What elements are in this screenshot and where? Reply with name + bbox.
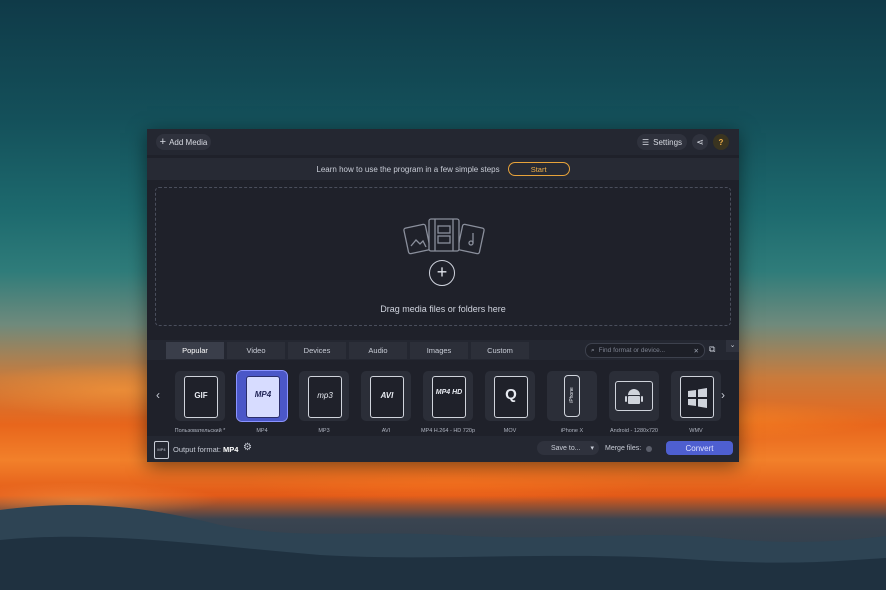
- format-label: MP4: [256, 428, 268, 434]
- format-item-mov[interactable]: Q: [485, 371, 535, 421]
- tab-custom[interactable]: Custom: [471, 342, 529, 359]
- mp4-icon: MP4: [246, 376, 280, 418]
- format-label: iPhone X: [560, 428, 584, 434]
- learn-text: Learn how to use the program in a few si…: [316, 164, 500, 174]
- format-item-mp4[interactable]: MP4: [236, 370, 288, 422]
- format-label: MP4 H.264 - HD 720p: [420, 428, 476, 434]
- output-format-value: MP4: [223, 445, 239, 454]
- format-item-mp4-hd[interactable]: MP4 HD: [423, 371, 473, 421]
- mp3-icon-text: mp3: [317, 391, 333, 400]
- tab-label: Custom: [487, 346, 513, 355]
- top-toolbar: + Add Media ☰ Settings ⋖ ?: [147, 129, 739, 155]
- tab-video[interactable]: Video: [227, 342, 285, 359]
- output-format-icon[interactable]: MP4: [154, 441, 169, 459]
- mp4-icon-text: MP4: [254, 390, 272, 399]
- settings-label: Settings: [653, 137, 683, 147]
- iphone-icon: iPhone: [564, 375, 580, 417]
- format-carousel: ‹ GIF Пользовательский * MP4 MP4 mp3 MP3…: [147, 362, 739, 434]
- format-label: MOV: [503, 428, 517, 434]
- format-item-avi[interactable]: AVI: [361, 371, 411, 421]
- android-icon: [615, 381, 653, 411]
- format-label: MP3: [318, 428, 330, 434]
- collapse-chevron-icon[interactable]: ⌄: [726, 340, 739, 352]
- gif-icon: GIF: [184, 376, 218, 418]
- format-item-custom-gif[interactable]: GIF: [175, 371, 225, 421]
- save-to-dropdown[interactable]: Save to... ▾: [537, 441, 599, 455]
- tab-label: Video: [246, 346, 266, 355]
- media-files-icon: [403, 218, 485, 255]
- mp3-icon: mp3: [308, 376, 342, 418]
- quicktime-icon-text: Q: [505, 386, 517, 403]
- mp4-hd-icon: MP4 HD: [432, 376, 466, 418]
- format-search[interactable]: ⌕ Find format or device... ✕: [585, 343, 705, 358]
- start-button[interactable]: Start: [507, 162, 570, 176]
- plus-icon: +: [159, 136, 167, 148]
- drop-zone[interactable]: + Drag media files or folders here: [155, 187, 731, 326]
- windows-logo-glyph: [688, 388, 707, 408]
- sliders-icon: ☰: [641, 137, 650, 147]
- prev-arrow-icon[interactable]: ‹: [156, 388, 160, 402]
- tab-label: Images: [426, 346, 452, 355]
- format-item-android[interactable]: [609, 371, 659, 421]
- format-settings-gear-icon[interactable]: ⚙: [243, 442, 252, 453]
- tab-label: Audio: [368, 346, 388, 355]
- quicktime-icon: Q: [494, 376, 528, 418]
- next-arrow-icon[interactable]: ›: [721, 388, 725, 402]
- format-label: AVI: [381, 428, 391, 434]
- format-item-wmv[interactable]: [671, 371, 721, 421]
- avi-icon: AVI: [370, 376, 404, 418]
- windows-icon: [680, 376, 714, 418]
- tab-images[interactable]: Images: [410, 342, 468, 359]
- avi-icon-text: AVI: [380, 391, 394, 400]
- share-button[interactable]: ⋖: [692, 134, 708, 150]
- save-to-label: Save to...: [551, 444, 581, 452]
- tab-popular[interactable]: Popular: [166, 342, 224, 359]
- clear-icon[interactable]: ✕: [694, 347, 699, 355]
- format-label: WMV: [689, 428, 703, 434]
- tab-devices[interactable]: Devices: [288, 342, 346, 359]
- search-icon: ⌕: [591, 346, 595, 354]
- hills-silhouette: [0, 505, 886, 590]
- output-format-label: Output format:: [173, 445, 221, 454]
- drop-text: Drag media files or folders here: [380, 304, 506, 314]
- format-label: Android - 1280x720: [609, 428, 658, 434]
- question-icon: ?: [718, 137, 724, 147]
- device-detect-icon[interactable]: ⧉: [709, 344, 723, 356]
- merge-files-toggle[interactable]: [646, 446, 652, 452]
- settings-button[interactable]: ☰ Settings: [637, 134, 687, 150]
- convert-button[interactable]: Convert: [666, 441, 733, 455]
- add-files-plus-icon[interactable]: +: [429, 260, 455, 286]
- help-button[interactable]: ?: [713, 134, 729, 150]
- android-robot-glyph: [625, 389, 643, 404]
- tab-audio[interactable]: Audio: [349, 342, 407, 359]
- format-item-iphone-x[interactable]: iPhone: [547, 371, 597, 421]
- gif-icon-text: GIF: [194, 391, 208, 400]
- format-item-mp3[interactable]: mp3: [299, 371, 349, 421]
- learn-bar: Learn how to use the program in a few si…: [147, 158, 739, 180]
- format-label: Пользовательский *: [174, 428, 226, 434]
- merge-files-label: Merge files:: [605, 445, 642, 452]
- tab-label: Devices: [303, 346, 331, 355]
- add-media-label: Add Media: [169, 137, 208, 147]
- converter-window: + Add Media ☰ Settings ⋖ ? Learn how to …: [147, 129, 739, 462]
- mp4-hd-icon-text: MP4 HD: [435, 389, 463, 396]
- add-media-button[interactable]: + Add Media: [156, 134, 211, 150]
- share-icon: ⋖: [696, 136, 704, 147]
- chevron-down-icon: ▾: [590, 445, 594, 452]
- bottom-bar: MP4 Output format: MP4 ⚙ Save to... ▾ Me…: [147, 436, 739, 462]
- tab-label: Popular: [182, 346, 208, 355]
- search-placeholder: Find format or device...: [598, 347, 666, 354]
- iphone-icon-text: iPhone: [569, 387, 575, 403]
